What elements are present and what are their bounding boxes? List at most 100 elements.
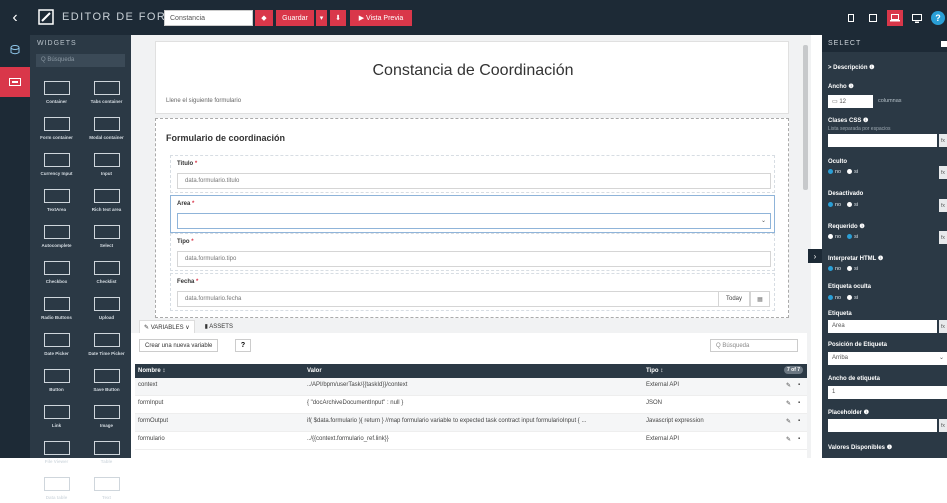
widget-tabs-container[interactable]: Tabs container [83,74,130,107]
button-icon [43,369,70,383]
text-icon [93,477,120,491]
col-name-header[interactable]: Nombre ↕ [138,368,165,374]
widget-checklist[interactable]: Checklist [83,254,130,287]
widget-table[interactable]: Table [83,434,130,467]
save-icon [93,369,120,383]
today-button[interactable]: Today [718,291,750,307]
desktop-icon[interactable] [909,10,925,26]
col-type-header[interactable]: Tipo ↕ [646,368,663,374]
delete-icon[interactable]: ▪ [798,436,800,442]
table-row[interactable]: formOutput if( $data.formulario ){ return… [135,414,807,432]
placeholder-fx-button[interactable]: fx [939,419,947,432]
widget-file-viewer[interactable]: File Viewer [33,434,80,467]
laptop-icon[interactable] [887,10,903,26]
tag-position-select[interactable]: Arriba ⌄ [828,352,947,365]
fecha-input[interactable]: data.formulario.fecha Today ▦ [177,291,770,307]
widget-currency-input[interactable]: Currency Input [33,146,80,179]
widget-save-button[interactable]: Save Button [83,362,130,395]
tag-width-label: Ancho de etiqueta [828,376,881,382]
collapse-icon[interactable] [941,41,947,47]
database-icon[interactable] [0,35,30,65]
html-radios[interactable]: no si [828,266,858,272]
edit-icon[interactable]: ✎ [786,436,791,443]
hidden-radios[interactable]: no si [828,169,858,175]
widget-label: Autocomplete [41,243,72,248]
widgets-search-input[interactable]: Q Búsqueda [36,54,125,67]
area-select[interactable]: ⌄ [177,213,771,229]
widget-upload[interactable]: Upload [83,290,130,323]
checklist-icon [93,261,120,275]
tag-input[interactable]: Area [828,320,937,333]
widget-autocomplete[interactable]: Autocomplete [33,218,80,251]
canvas-scrollbar[interactable] [803,45,808,190]
form-container[interactable]: Formulario de coordinación Titulo * data… [155,118,789,318]
form-name-input[interactable]: Constancia [164,10,253,26]
widget-image[interactable]: Image [83,398,130,431]
widget-rich-text-area[interactable]: Rich text area [83,182,130,215]
edit-icon[interactable]: ✎ [786,418,791,425]
save-dropdown-icon[interactable]: ▾ [316,10,327,26]
delete-icon[interactable]: ▪ [798,382,800,388]
sidebar-toggle-icon[interactable]: › [808,249,822,263]
tablet-icon[interactable] [865,10,881,26]
titulo-input[interactable]: data.formulario.titulo [177,173,771,189]
widget-form-container[interactable]: Form container [33,110,80,143]
phone-icon[interactable] [843,10,859,26]
widget-checkbox[interactable]: Checkbox [33,254,80,287]
tag-icon[interactable]: ◆ [255,10,273,26]
widget-container[interactable]: Container [33,74,80,107]
css-sublabel: Lista separada por espacios [828,126,891,132]
document-header[interactable]: Constancia de Coordinación Llene el sigu… [155,41,789,114]
widget-date-time-picker[interactable]: Date Time Picker [83,326,130,359]
preview-button[interactable]: ▶ Vista Previa [350,10,412,26]
width-input[interactable]: ▭ 12 [828,95,873,108]
edit-icon[interactable]: ✎ [786,382,791,389]
table-row[interactable]: context ../API/bpm/userTask/{{taskId}}/co… [135,378,807,396]
new-variable-button[interactable]: Crear una nueva variable [139,339,219,352]
delete-icon[interactable]: ▪ [798,418,800,424]
tab-assets[interactable]: ▮ ASSETS [201,320,237,333]
hidden-tag-radios[interactable]: no si [828,295,858,301]
description-toggle[interactable]: > Descripción ❶ [828,64,875,71]
placeholder-input[interactable] [828,419,937,432]
widget-modal-container[interactable]: Modal container [83,110,130,143]
disabled-radios[interactable]: no si [828,202,858,208]
tipo-input[interactable]: data.formulario.tipo [177,251,771,267]
help-icon[interactable]: ? [931,11,945,25]
variables-help-icon[interactable]: ? [235,339,251,352]
textarea-icon [43,189,70,203]
edit-icon[interactable]: ✎ [786,400,791,407]
css-input[interactable] [828,134,937,147]
tabs-icon [93,81,120,95]
widget-select[interactable]: Select [83,218,130,251]
editor-logo-icon [38,9,54,25]
delete-icon[interactable]: ▪ [798,400,800,406]
widget-link[interactable]: Link [33,398,80,431]
required-fx-button[interactable]: fx [939,231,947,244]
required-radios[interactable]: no si [828,234,858,240]
back-icon[interactable]: ‹ [0,0,30,35]
widgets-icon[interactable] [0,67,30,97]
widget-textarea[interactable]: TextArea [33,182,80,215]
disabled-fx-button[interactable]: fx [939,199,947,212]
table-row[interactable]: formInput { "docArchiveDocumentInput" : n… [135,396,807,414]
table-row[interactable]: formulario ../{{context.formulario_ref.li… [135,432,807,450]
export-icon[interactable]: ⬇ [330,10,346,26]
variables-search-input[interactable]: Q Búsqueda [710,339,798,352]
tag-width-input[interactable]: 1 [828,386,947,399]
widget-data-table[interactable]: Data table [33,470,80,503]
widget-text[interactable]: Text [83,470,130,503]
widget-input[interactable]: Input [83,146,130,179]
css-fx-button[interactable]: fx [939,134,947,147]
save-button[interactable]: Guardar [276,10,314,26]
tag-position-label: Posición de Etiqueta [828,342,888,348]
calendar-icon[interactable]: ▦ [750,291,770,307]
widget-radio-buttons[interactable]: Radio Buttons [33,290,80,323]
widget-date-picker[interactable]: Date Picker [33,326,80,359]
hidden-fx-button[interactable]: fx [939,166,947,179]
css-label: Clases CSS ❶ [828,118,869,124]
required-label: Requerido ❶ [828,224,865,230]
tag-fx-button[interactable]: fx [939,320,947,333]
tab-variables[interactable]: ✎ VARIABLES ∨ [139,320,195,333]
widget-button[interactable]: Button [33,362,80,395]
